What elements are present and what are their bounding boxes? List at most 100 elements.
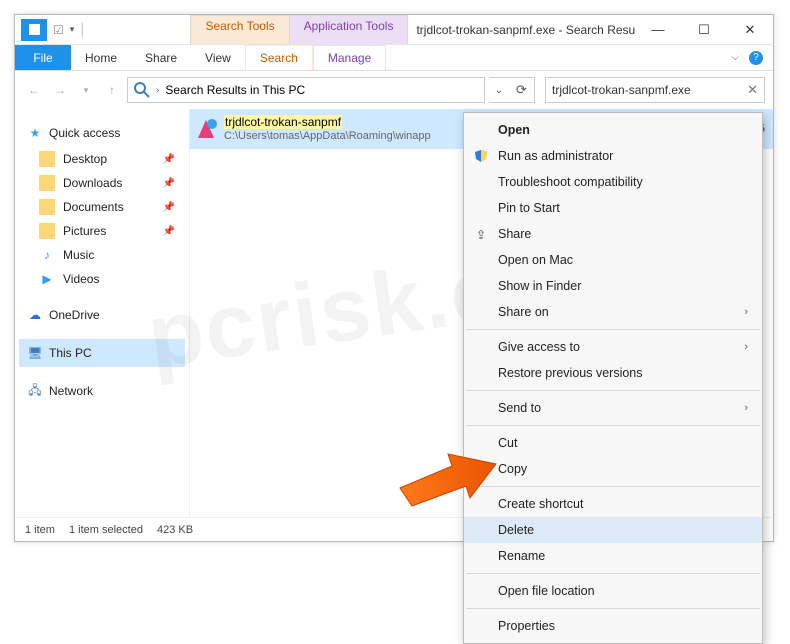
share-icon: ⇪ bbox=[472, 227, 490, 242]
refresh-button[interactable]: ⟳ bbox=[509, 77, 535, 103]
manage-tab[interactable]: Manage bbox=[313, 45, 386, 70]
pin-icon: 📌 bbox=[163, 202, 175, 213]
ctx-copy[interactable]: Copy bbox=[464, 456, 762, 482]
ctx-share[interactable]: ⇪Share bbox=[464, 221, 762, 247]
sidebar-network[interactable]: 🖧 Network bbox=[19, 377, 185, 405]
qat-divider: | bbox=[80, 21, 84, 39]
sidebar-item-downloads[interactable]: Downloads📌 bbox=[19, 171, 185, 195]
view-tab[interactable]: View bbox=[191, 45, 245, 70]
chevron-right-icon: › bbox=[156, 85, 159, 96]
home-tab[interactable]: Home bbox=[71, 45, 131, 70]
sidebar-item-videos[interactable]: ▶ Videos bbox=[19, 267, 185, 291]
separator bbox=[466, 390, 760, 391]
location-icon bbox=[134, 82, 150, 98]
ctx-run-as-administrator[interactable]: Run as administrator bbox=[464, 143, 762, 169]
chevron-right-icon: › bbox=[744, 402, 748, 414]
qat-toggle-icon[interactable]: ☑ bbox=[53, 23, 64, 37]
ctx-open-on-mac[interactable]: Open on Mac bbox=[464, 247, 762, 273]
status-size: 423 KB bbox=[157, 524, 193, 536]
sidebar-item-label: Downloads bbox=[63, 176, 122, 190]
ctx-troubleshoot-compatibility[interactable]: Troubleshoot compatibility bbox=[464, 169, 762, 195]
quick-access-label: Quick access bbox=[49, 126, 120, 140]
file-tab[interactable]: File bbox=[15, 45, 71, 70]
ctx-give-access-to[interactable]: Give access to› bbox=[464, 334, 762, 360]
forward-button[interactable]: → bbox=[49, 79, 71, 101]
address-bar[interactable]: › Search Results in This PC bbox=[127, 77, 485, 103]
close-button[interactable]: ✕ bbox=[727, 15, 773, 44]
ctx-open-file-location[interactable]: Open file location bbox=[464, 578, 762, 604]
result-filename: trjdlcot-trokan-sanpmf bbox=[224, 115, 342, 129]
ctx-show-in-finder[interactable]: Show in Finder bbox=[464, 273, 762, 299]
cloud-icon: ☁ bbox=[27, 307, 43, 323]
contextual-tab-search-tools[interactable]: Search Tools bbox=[190, 15, 289, 44]
sidebar-item-label: Documents bbox=[63, 200, 124, 214]
help-icon[interactable]: ? bbox=[749, 51, 763, 65]
pc-icon: 🖥 bbox=[27, 345, 43, 361]
ctx-open[interactable]: Open bbox=[464, 117, 762, 143]
separator bbox=[466, 329, 760, 330]
sidebar-item-label: Videos bbox=[63, 272, 99, 286]
chevron-right-icon: › bbox=[744, 341, 748, 353]
ctx-pin-to-start[interactable]: Pin to Start bbox=[464, 195, 762, 221]
pin-icon: 📌 bbox=[163, 226, 175, 237]
sidebar-onedrive[interactable]: ☁ OneDrive bbox=[19, 301, 185, 329]
app-icon bbox=[21, 19, 47, 41]
context-menu: Open Run as administrator Troubleshoot c… bbox=[463, 112, 763, 644]
address-dropdown-button[interactable]: ⌄ bbox=[489, 77, 509, 103]
star-icon: ★ bbox=[27, 125, 43, 141]
ribbon-expand-icon[interactable]: ⌵ bbox=[731, 52, 739, 63]
sidebar-item-label: Pictures bbox=[63, 224, 106, 238]
clear-search-icon[interactable]: ✕ bbox=[747, 82, 758, 98]
search-tab[interactable]: Search bbox=[245, 45, 313, 70]
contextual-tab-application-tools[interactable]: Application Tools bbox=[289, 15, 409, 44]
breadcrumb-text[interactable]: Search Results in This PC bbox=[165, 83, 305, 97]
separator bbox=[466, 608, 760, 609]
shield-icon bbox=[472, 149, 490, 163]
chevron-right-icon: › bbox=[744, 306, 748, 318]
window-title: trjdlcot-trokan-sanpmf.exe - Search Resu… bbox=[408, 15, 635, 44]
music-icon: ♪ bbox=[39, 247, 55, 263]
folder-icon bbox=[39, 175, 55, 191]
sidebar-item-label: Network bbox=[49, 384, 93, 398]
minimize-button[interactable]: — bbox=[635, 15, 681, 44]
ctx-rename[interactable]: Rename bbox=[464, 543, 762, 569]
ctx-delete[interactable]: Delete bbox=[464, 517, 762, 543]
ctx-share-on[interactable]: Share on› bbox=[464, 299, 762, 325]
annotation-arrow-icon bbox=[392, 440, 502, 510]
ctx-send-to[interactable]: Send to› bbox=[464, 395, 762, 421]
pin-icon: 📌 bbox=[163, 154, 175, 165]
maximize-button[interactable]: ☐ bbox=[681, 15, 727, 44]
quick-access-group[interactable]: ★ Quick access bbox=[19, 119, 185, 147]
back-button[interactable]: ← bbox=[23, 79, 45, 101]
folder-icon bbox=[39, 151, 55, 167]
search-value: trjdlcot-trokan-sanpmf.exe bbox=[552, 83, 691, 97]
video-icon: ▶ bbox=[39, 271, 55, 287]
separator bbox=[466, 425, 760, 426]
search-input[interactable]: trjdlcot-trokan-sanpmf.exe ✕ bbox=[545, 77, 765, 103]
navigation-pane: ★Quick access Desktop📌 Downloads📌 Docume… bbox=[15, 109, 190, 517]
separator bbox=[466, 486, 760, 487]
sidebar-item-documents[interactable]: Documents 📌 bbox=[19, 195, 185, 219]
status-selected: 1 item selected bbox=[69, 524, 143, 536]
folder-icon bbox=[39, 223, 55, 239]
recent-locations-button[interactable]: ▾ bbox=[75, 79, 97, 101]
share-tab[interactable]: Share bbox=[131, 45, 191, 70]
folder-icon bbox=[39, 199, 55, 215]
sidebar-item-music[interactable]: ♪ Music bbox=[19, 243, 185, 267]
sidebar-this-pc[interactable]: 🖥 This PC bbox=[19, 339, 185, 367]
ctx-cut[interactable]: Cut bbox=[464, 430, 762, 456]
up-button[interactable]: ↑ bbox=[101, 79, 123, 101]
separator bbox=[466, 573, 760, 574]
sidebar-item-label: Music bbox=[63, 248, 94, 262]
sidebar-item-label: OneDrive bbox=[49, 308, 100, 322]
sidebar-item-pictures[interactable]: Pictures 📌 bbox=[19, 219, 185, 243]
sidebar-item-label: This PC bbox=[49, 346, 92, 360]
sidebar-item-label: Desktop bbox=[63, 152, 107, 166]
network-icon: 🖧 bbox=[27, 383, 43, 399]
status-item-count: 1 item bbox=[25, 524, 55, 536]
sidebar-item-desktop[interactable]: Desktop 📌 bbox=[19, 147, 185, 171]
ctx-create-shortcut[interactable]: Create shortcut bbox=[464, 491, 762, 517]
qat-dropdown-icon[interactable]: ▾ bbox=[70, 24, 75, 35]
ctx-restore-previous-versions[interactable]: Restore previous versions bbox=[464, 360, 762, 386]
ctx-properties[interactable]: Properties bbox=[464, 613, 762, 639]
